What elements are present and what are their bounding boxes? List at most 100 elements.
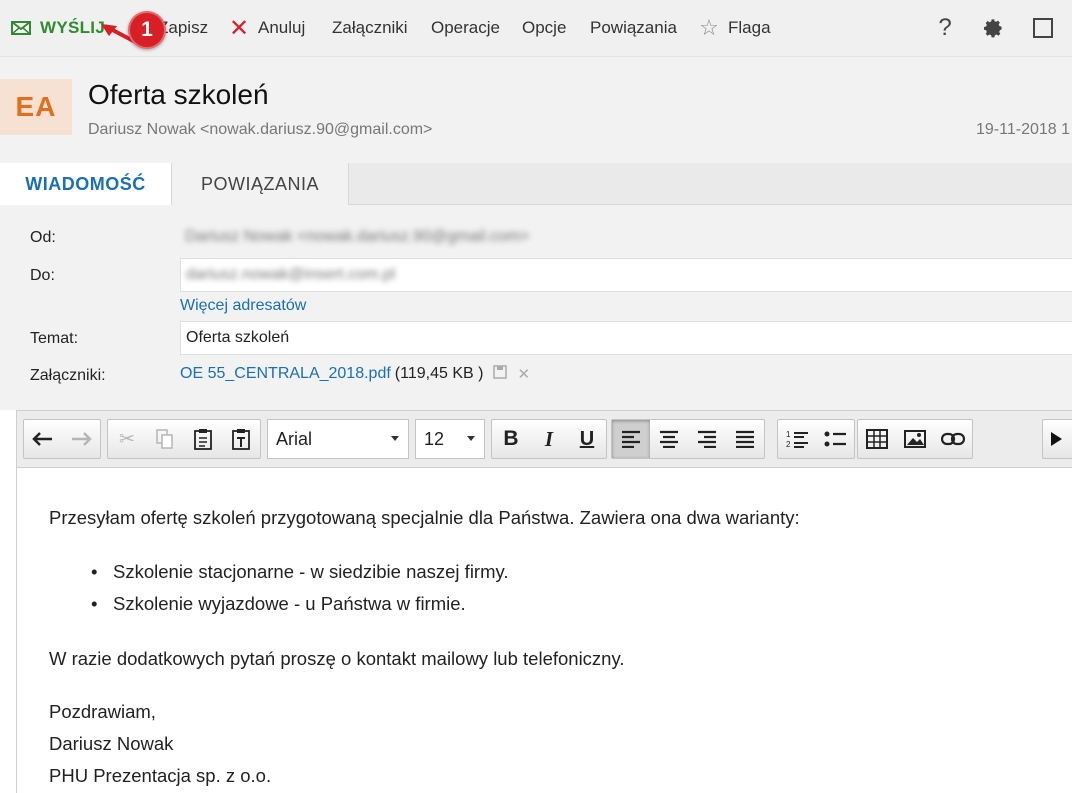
remove-icon[interactable]: ✕ bbox=[517, 365, 530, 383]
align-group bbox=[611, 419, 765, 459]
gear-icon bbox=[984, 19, 1002, 38]
attachments-label: Załączniki: bbox=[30, 367, 106, 384]
align-right-button[interactable] bbox=[688, 420, 726, 458]
message-header: EA Oferta szkoleń Dariusz Nowak <nowak.d… bbox=[0, 57, 1072, 163]
svg-text:2: 2 bbox=[786, 440, 791, 449]
options-menu[interactable]: Opcje bbox=[522, 14, 566, 42]
link-icon bbox=[941, 432, 965, 446]
settings-button[interactable] bbox=[976, 12, 1010, 44]
flag-button[interactable]: ☆ Flaga bbox=[698, 14, 771, 42]
to-field[interactable]: dariusz.nowak@insert.com.pl bbox=[180, 258, 1072, 292]
copy-button[interactable] bbox=[146, 420, 184, 458]
insert-table-button[interactable] bbox=[858, 420, 896, 458]
cancel-button[interactable]: ✕ Anuluj bbox=[228, 14, 305, 42]
from-label: Od: bbox=[30, 229, 56, 246]
paste-button[interactable] bbox=[184, 420, 222, 458]
list-item: Szkolenie wyjazdowe - u Państwa w firmie… bbox=[91, 593, 466, 615]
message-sender: Dariusz Nowak <nowak.dariusz.90@gmail.co… bbox=[88, 121, 433, 138]
align-center-icon bbox=[660, 430, 678, 448]
align-center-button[interactable] bbox=[650, 420, 688, 458]
close-icon: ✕ bbox=[228, 14, 250, 42]
paste-text-button[interactable] bbox=[222, 420, 260, 458]
star-icon: ☆ bbox=[699, 15, 719, 40]
send-button[interactable]: WYŚLIJ bbox=[10, 14, 105, 42]
from-field[interactable]: Dariusz Nowak <nowak.dariusz.90@gmail.co… bbox=[180, 220, 1072, 254]
tab-message[interactable]: WIADOMOŚĆ bbox=[0, 163, 172, 206]
message-date: 19-11-2018 1 bbox=[976, 121, 1070, 138]
body-contact: W razie dodatkowych pytań proszę o konta… bbox=[49, 648, 625, 669]
relations-menu-label: Powiązania bbox=[590, 18, 677, 37]
help-button[interactable]: ? bbox=[928, 12, 962, 44]
align-left-icon bbox=[622, 430, 640, 448]
history-group bbox=[23, 419, 101, 459]
more-recipients-link[interactable]: Więcej adresatów bbox=[180, 297, 306, 315]
format-group: B I U bbox=[491, 419, 607, 459]
list-group: 12 bbox=[777, 419, 855, 459]
attachments-menu-label: Załączniki bbox=[332, 18, 408, 37]
attachment-size: (119,45 KB ) bbox=[394, 365, 484, 382]
underline-icon: U bbox=[579, 427, 595, 450]
redo-button[interactable] bbox=[62, 420, 100, 458]
italic-icon: I bbox=[544, 426, 554, 451]
font-family-select[interactable]: Arial bbox=[267, 419, 409, 459]
help-icon: ? bbox=[938, 14, 952, 41]
message-body-editor[interactable]: Przesyłam ofertę szkoleń przygotowaną sp… bbox=[16, 468, 1072, 793]
undo-button[interactable] bbox=[24, 420, 62, 458]
subject-label: Temat: bbox=[30, 330, 79, 347]
insert-link-button[interactable] bbox=[934, 420, 972, 458]
table-icon bbox=[866, 429, 888, 449]
tab-bar: WIADOMOŚĆ POWIĄZANIA bbox=[0, 163, 1072, 206]
bold-button[interactable]: B bbox=[492, 420, 530, 458]
relations-menu[interactable]: Powiązania bbox=[590, 14, 677, 42]
font-size-value: 12 bbox=[424, 428, 445, 449]
more-tools-button[interactable] bbox=[1042, 419, 1072, 459]
play-right-icon bbox=[1051, 432, 1062, 446]
bullet-list-button[interactable] bbox=[816, 420, 854, 458]
redo-icon bbox=[72, 432, 92, 446]
font-size-select[interactable]: 12 bbox=[415, 419, 485, 459]
bullet-list-icon bbox=[824, 431, 846, 447]
numbered-list-button[interactable]: 12 bbox=[778, 420, 816, 458]
save-icon[interactable] bbox=[493, 365, 508, 383]
align-left-button[interactable] bbox=[612, 420, 650, 458]
attachment-link[interactable]: OE 55_CENTRALA_2018.pdf bbox=[180, 365, 391, 383]
list-item: Szkolenie stacjonarne - w siedzibie nasz… bbox=[91, 561, 509, 583]
numbered-list-icon: 12 bbox=[786, 430, 808, 449]
flag-label: Flaga bbox=[728, 18, 771, 37]
insert-image-button[interactable] bbox=[896, 420, 934, 458]
annotation-badge: 1 bbox=[128, 11, 166, 49]
chevron-down-icon bbox=[467, 436, 475, 441]
subject-input[interactable]: Oferta szkoleń bbox=[180, 321, 1072, 355]
tab-relations[interactable]: POWIĄZANIA bbox=[172, 163, 349, 205]
operations-menu[interactable]: Operacje bbox=[431, 14, 500, 42]
signature-name: Dariusz Nowak bbox=[49, 733, 174, 754]
undo-icon bbox=[32, 432, 52, 446]
to-value: dariusz.nowak@insert.com.pl bbox=[186, 266, 396, 283]
cancel-label: Anuluj bbox=[258, 18, 306, 37]
maximize-icon bbox=[1033, 18, 1053, 38]
insert-group bbox=[857, 419, 973, 459]
paste-icon bbox=[194, 429, 212, 450]
from-value: Dariusz Nowak <nowak.dariusz.90@gmail.co… bbox=[185, 228, 530, 245]
underline-button[interactable]: U bbox=[568, 420, 606, 458]
body-intro: Przesyłam ofertę szkoleń przygotowaną sp… bbox=[49, 507, 800, 528]
signature-company: PHU Prezentacja sp. z o.o. bbox=[49, 765, 272, 786]
justify-button[interactable] bbox=[726, 420, 764, 458]
align-right-icon bbox=[698, 430, 716, 448]
editor-toolbar: ✂ Arial 12 B I U 1 2 bbox=[16, 410, 1072, 468]
italic-button[interactable]: I bbox=[530, 420, 568, 458]
subject-value: Oferta szkoleń bbox=[186, 329, 290, 346]
bold-icon: B bbox=[503, 427, 519, 450]
operations-menu-label: Operacje bbox=[431, 18, 500, 37]
attachments-menu[interactable]: Załączniki bbox=[332, 14, 408, 42]
svg-text:1: 1 bbox=[786, 430, 791, 439]
image-icon bbox=[904, 430, 926, 448]
copy-icon bbox=[156, 429, 173, 449]
cut-button[interactable]: ✂ bbox=[108, 420, 146, 458]
paste-text-icon bbox=[232, 429, 250, 450]
clipboard-group: ✂ bbox=[107, 419, 261, 459]
body-greeting: Pozdrawiam, bbox=[49, 701, 156, 722]
message-subject: Oferta szkoleń bbox=[88, 79, 269, 110]
font-family-value: Arial bbox=[276, 428, 313, 449]
maximize-button[interactable] bbox=[1026, 12, 1060, 44]
